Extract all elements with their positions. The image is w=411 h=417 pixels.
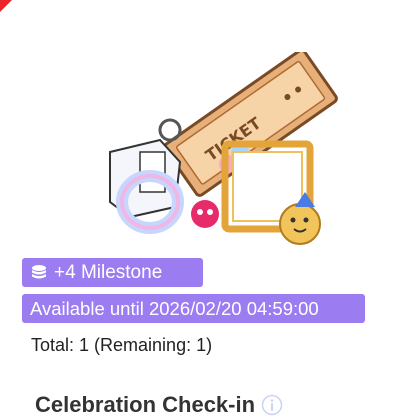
corner-flag	[0, 0, 12, 12]
milestone-label: +4 Milestone	[54, 261, 163, 283]
section-title: Celebration Check-in	[35, 392, 283, 417]
availability-badge: Available until 2026/02/20 04:59:00	[22, 294, 365, 323]
coin-stack-icon	[32, 264, 46, 278]
section-title-text: Celebration Check-in	[35, 392, 256, 417]
total-count: Total: 1 (Remaining: 1)	[31, 335, 213, 355]
info-circle-icon[interactable]	[261, 394, 283, 416]
availability-label: Available until 2026/02/20 04:59:00	[30, 297, 319, 319]
milestone-badge: +4 Milestone	[22, 258, 203, 287]
ticket-frame-reward-icon: TICKET	[109, 52, 338, 245]
